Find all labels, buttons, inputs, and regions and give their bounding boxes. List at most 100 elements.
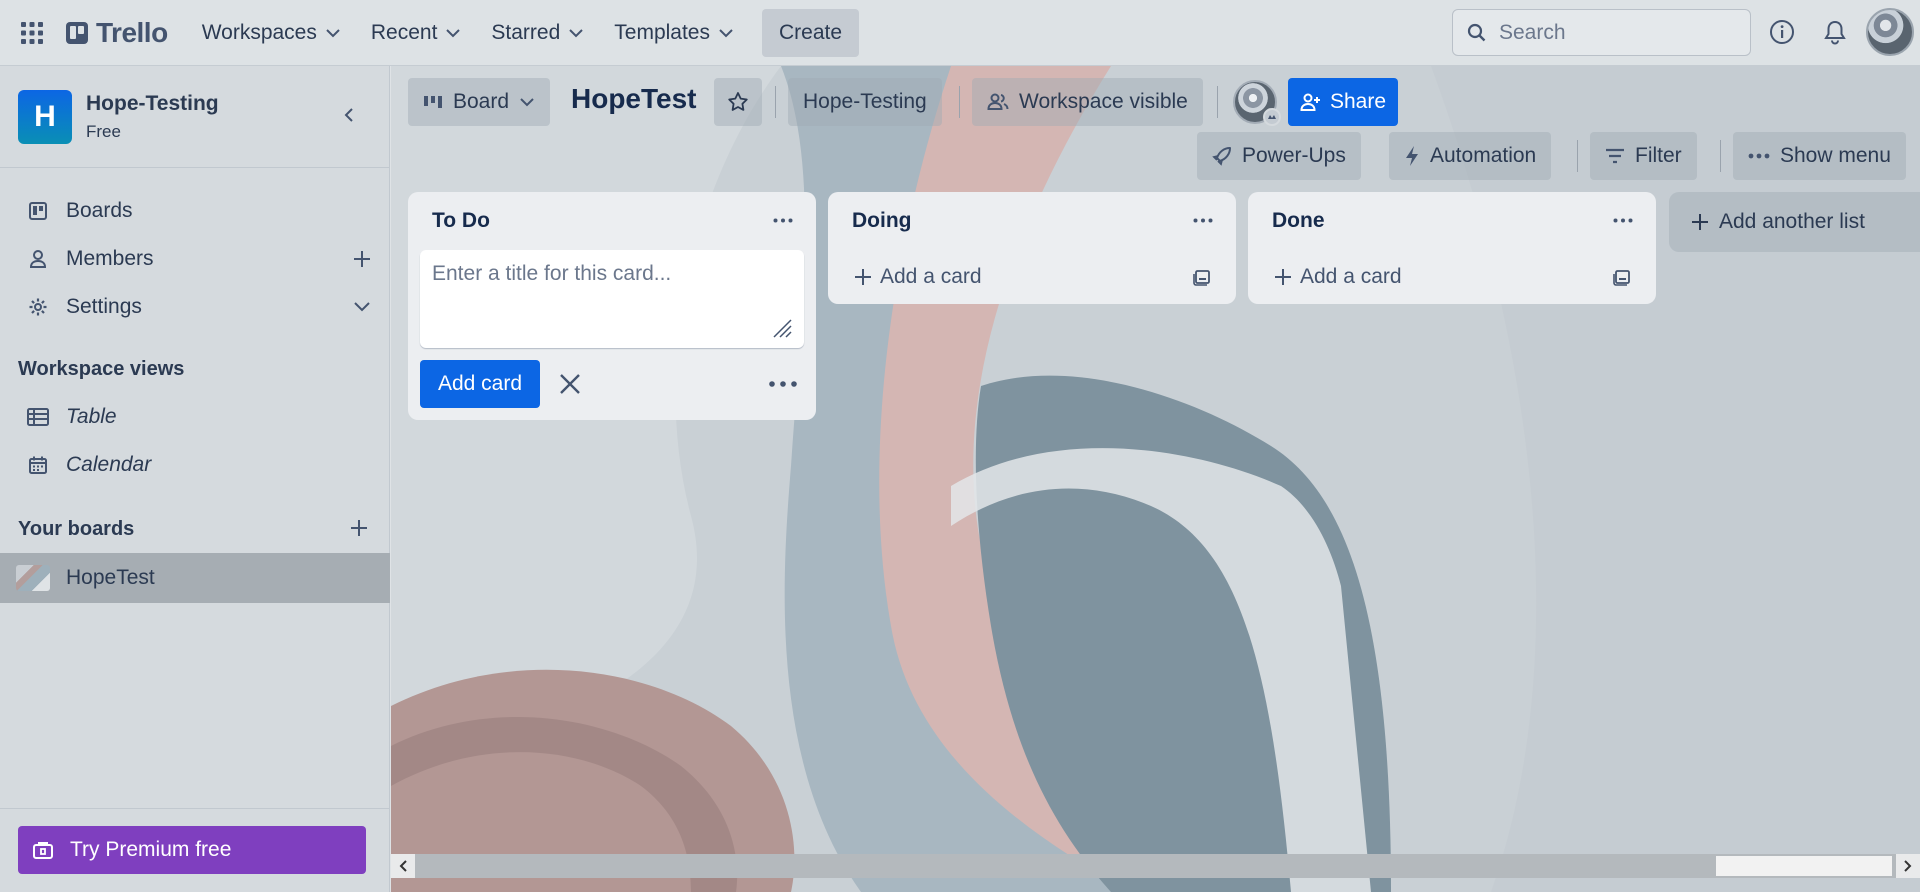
create-from-template-button[interactable] — [1610, 265, 1634, 289]
add-member-button[interactable] — [350, 247, 374, 271]
workspace-name[interactable]: Hope-Testing — [86, 92, 219, 116]
board-view-icon — [424, 96, 442, 108]
bell-icon — [1824, 20, 1846, 45]
try-premium-label: Try Premium free — [70, 838, 232, 861]
board-thumbnail — [16, 565, 50, 591]
add-another-list-button[interactable]: Add another list — [1669, 192, 1920, 252]
power-ups-label: Power-Ups — [1242, 144, 1346, 167]
create-board-button[interactable] — [347, 516, 371, 540]
add-card-link[interactable]: Add a card — [1248, 250, 1656, 304]
composer-options-button[interactable] — [766, 370, 800, 398]
workspace-link-button[interactable]: Hope-Testing — [788, 78, 942, 126]
header-divider — [959, 86, 960, 118]
top-navigation: Trello Workspaces Recent Starred Templat… — [0, 0, 1920, 66]
power-ups-button[interactable]: Power-Ups — [1197, 132, 1361, 180]
gear-icon — [26, 295, 50, 319]
board-background-image — [391, 66, 1920, 892]
close-icon — [560, 374, 580, 394]
more-icon — [1613, 218, 1633, 222]
more-icon — [773, 218, 793, 222]
try-premium-button[interactable]: Try Premium free — [18, 826, 366, 874]
lightning-icon — [1406, 146, 1418, 166]
share-button[interactable]: Share — [1288, 78, 1398, 126]
sidebar-item-label: Boards — [66, 199, 133, 222]
list-actions-button[interactable] — [1188, 208, 1218, 232]
plus-icon — [351, 520, 367, 536]
sidebar-item-settings[interactable]: Settings — [0, 285, 390, 329]
more-icon — [1748, 153, 1770, 159]
header-divider — [1577, 140, 1578, 172]
scroll-left-button[interactable] — [391, 854, 415, 878]
workspace-plan: Free — [86, 121, 121, 141]
trello-logo[interactable]: Trello — [66, 17, 168, 49]
card-template-icon — [1613, 270, 1630, 286]
filter-label: Filter — [1635, 144, 1682, 167]
horizontal-scrollbar[interactable] — [391, 854, 1920, 878]
board-view-switcher[interactable]: Board — [408, 78, 551, 126]
rocket-icon — [1212, 147, 1231, 166]
resize-handle-icon[interactable] — [770, 316, 792, 338]
workspace-header: H Hope-Testing Free — [0, 66, 389, 168]
list-title[interactable]: Done — [1272, 209, 1325, 233]
share-label: Share — [1329, 90, 1387, 113]
notifications-button[interactable] — [1818, 15, 1852, 49]
scroll-right-button[interactable] — [1896, 854, 1920, 878]
list-todo: To Do Add card — [408, 192, 816, 420]
list-done: Done Add a card — [1248, 192, 1656, 304]
settings-expand-button[interactable] — [350, 295, 374, 319]
chevron-left-icon — [344, 108, 353, 122]
list-actions-button[interactable] — [1608, 208, 1638, 232]
create-from-template-button[interactable] — [1190, 265, 1214, 289]
chevron-down-icon — [354, 302, 370, 312]
nav-templates[interactable]: Templates — [602, 13, 746, 53]
nav-recent-label: Recent — [370, 20, 438, 44]
info-button[interactable] — [1765, 15, 1799, 49]
sidebar-item-label: Table — [66, 405, 117, 428]
info-icon — [1770, 20, 1794, 44]
app-switcher-button[interactable] — [14, 15, 50, 51]
sidebar-item-label: Settings — [66, 295, 142, 318]
sidebar-board-hopetest[interactable]: HopeTest — [0, 553, 390, 603]
list-title[interactable]: To Do — [432, 209, 490, 233]
list-title[interactable]: Doing — [852, 209, 911, 233]
nav-recent[interactable]: Recent — [359, 13, 474, 53]
account-avatar[interactable] — [1866, 8, 1914, 56]
board-view-label: Board — [453, 90, 510, 113]
search-box[interactable] — [1452, 9, 1751, 56]
add-card-link[interactable]: Add a card — [828, 250, 1236, 304]
people-icon — [987, 93, 1009, 110]
scroll-thumb[interactable] — [1716, 856, 1892, 876]
create-button[interactable]: Create — [762, 8, 860, 57]
close-composer-button[interactable] — [554, 368, 586, 400]
add-card-button[interactable]: Add card — [420, 360, 540, 408]
workspace-views-heading: Workspace views — [18, 358, 185, 380]
sidebar-board-label: HopeTest — [66, 566, 155, 589]
card-title-input[interactable] — [420, 250, 804, 348]
composer-actions: Add card — [408, 348, 816, 420]
automation-button[interactable]: Automation — [1389, 132, 1552, 180]
person-icon — [26, 247, 50, 271]
list-header: Done — [1248, 192, 1656, 250]
sidebar-item-calendar[interactable]: Calendar — [0, 443, 390, 487]
board-title[interactable]: HopeTest — [571, 83, 697, 115]
sidebar-item-members[interactable]: Members — [0, 237, 390, 281]
nav-starred[interactable]: Starred — [479, 13, 596, 53]
briefcase-icon — [33, 842, 53, 859]
workspace-badge[interactable]: H — [18, 89, 72, 144]
visibility-button[interactable]: Workspace visible — [972, 78, 1203, 126]
star-board-button[interactable] — [714, 78, 762, 126]
your-boards-heading: Your boards — [18, 518, 135, 540]
sidebar-item-label: Members — [66, 247, 154, 270]
nav-templates-label: Templates — [614, 20, 710, 44]
nav-workspaces[interactable]: Workspaces — [190, 13, 353, 53]
sidebar-item-boards[interactable]: Boards — [0, 189, 390, 233]
search-input[interactable] — [1499, 20, 1729, 45]
collapse-sidebar-button[interactable] — [334, 100, 364, 130]
sidebar-item-table[interactable]: Table — [0, 395, 390, 439]
show-menu-button[interactable]: Show menu — [1733, 132, 1906, 180]
list-actions-button[interactable] — [768, 208, 798, 232]
nav-starred-label: Starred — [491, 20, 561, 44]
add-person-icon — [1300, 93, 1320, 111]
filter-button[interactable]: Filter — [1590, 132, 1697, 180]
chevron-down-icon — [326, 28, 340, 37]
